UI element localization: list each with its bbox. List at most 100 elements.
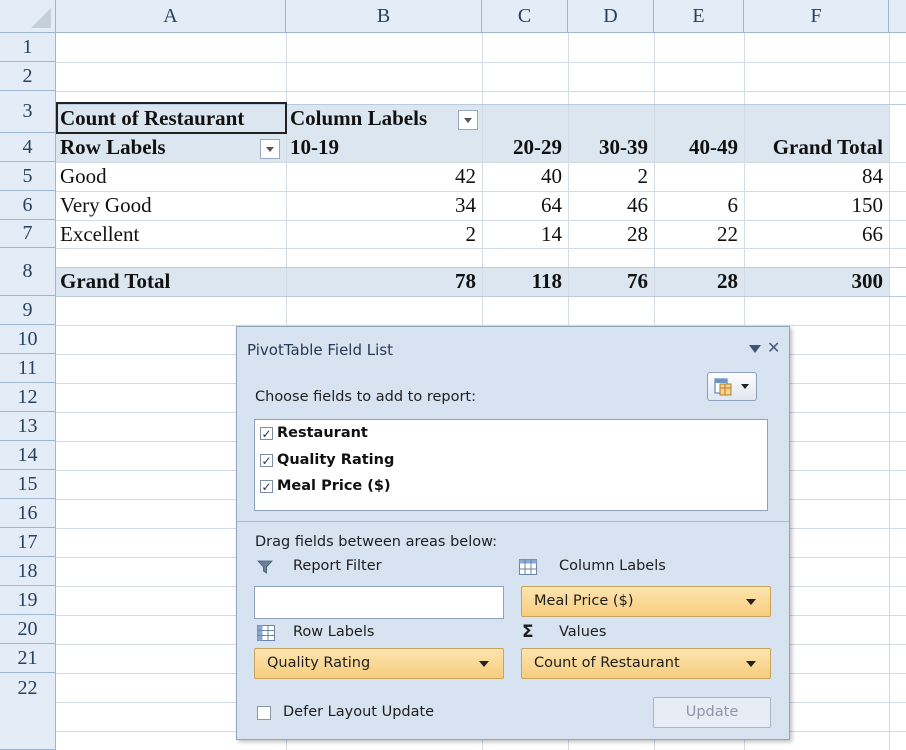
report-filter-label: Report Filter <box>293 558 382 574</box>
row-header-22[interactable]: 22 <box>0 673 56 750</box>
grand-total-label[interactable]: Grand Total <box>60 267 286 296</box>
row-header-7[interactable]: 7 <box>0 220 56 248</box>
column-header-e[interactable]: E <box>654 0 744 33</box>
table-cell[interactable]: 22 <box>654 220 744 249</box>
filter-icon <box>257 560 273 574</box>
row-field-label: Quality Rating <box>267 655 371 671</box>
checkbox-checked[interactable]: ✓ <box>260 479 273 493</box>
field-meal-price[interactable]: ✓ Meal Price ($) <box>260 476 391 496</box>
row-header-2[interactable]: 2 <box>0 62 56 91</box>
column-header-d[interactable]: D <box>568 0 654 33</box>
pane-title[interactable]: PivotTable Field List <box>247 341 393 359</box>
row-labels-filter-button[interactable] <box>260 139 280 159</box>
row-header-6[interactable]: 6 <box>0 191 56 220</box>
row-header-21[interactable]: 21 <box>0 644 56 673</box>
grand-total-cell[interactable]: 300 <box>744 267 889 296</box>
pivot-row-labels-header[interactable]: Row Labels <box>60 133 260 162</box>
grand-total-cell[interactable]: 28 <box>654 267 744 296</box>
dropdown-arrow-icon <box>741 384 749 389</box>
column-field-label: Meal Price ($) <box>534 593 634 609</box>
active-cell-outline <box>56 102 287 134</box>
table-cell[interactable]: 2 <box>568 162 654 191</box>
report-filter-dropzone[interactable] <box>254 586 504 619</box>
checkbox-checked[interactable]: ✓ <box>260 453 273 467</box>
field-quality-rating[interactable]: ✓ Quality Rating <box>260 450 394 470</box>
values-field-count-restaurant[interactable]: Count of Restaurant <box>521 648 771 679</box>
table-cell[interactable]: 6 <box>654 191 744 220</box>
row-header-12[interactable]: 12 <box>0 383 56 412</box>
pivottable-field-list-pane[interactable]: PivotTable Field List ✕ Choose fields to… <box>236 326 790 740</box>
table-cell[interactable]: 42 <box>286 162 482 191</box>
dropdown-arrow-icon[interactable] <box>746 661 756 667</box>
checkbox-checked[interactable]: ✓ <box>260 426 273 440</box>
sigma-icon: Σ <box>522 622 534 642</box>
row-header-8[interactable]: 8 <box>0 248 56 296</box>
row-header-19[interactable]: 19 <box>0 586 56 615</box>
table-cell[interactable]: 14 <box>482 220 568 249</box>
row-label-good[interactable]: Good <box>60 162 286 191</box>
drag-fields-label: Drag fields between areas below: <box>255 534 498 550</box>
update-button[interactable]: Update <box>653 697 771 728</box>
row-field-quality-rating[interactable]: Quality Rating <box>254 648 504 679</box>
col-header-grand-total: Grand Total <box>772 135 883 159</box>
row-labels-area-label: Row Labels <box>293 624 375 640</box>
pane-divider <box>237 521 789 522</box>
table-cell[interactable]: 46 <box>568 191 654 220</box>
table-cell[interactable]: 34 <box>286 191 482 220</box>
table-cell[interactable] <box>654 162 744 191</box>
table-cell[interactable]: 2 <box>286 220 482 249</box>
table-cell[interactable]: 66 <box>744 220 889 249</box>
pane-options-arrow-icon[interactable] <box>749 345 761 353</box>
row-header-15[interactable]: 15 <box>0 470 56 499</box>
column-labels-filter-button[interactable] <box>458 110 478 130</box>
table-cell[interactable]: 40 <box>482 162 568 191</box>
row-header-4[interactable]: 4 <box>0 133 56 162</box>
table-cell[interactable]: 84 <box>744 162 889 191</box>
row-header-11[interactable]: 11 <box>0 354 56 383</box>
select-all-corner[interactable] <box>0 0 56 33</box>
grand-total-cell[interactable]: 78 <box>286 267 482 296</box>
row-header-10[interactable]: 10 <box>0 325 56 354</box>
field-label: Meal Price ($) <box>277 478 391 494</box>
column-labels-icon <box>519 559 537 575</box>
column-labels-area-label: Column Labels <box>559 558 666 574</box>
col-header-40-49: 40-49 <box>689 135 738 159</box>
row-header-9[interactable]: 9 <box>0 296 56 325</box>
column-field-meal-price[interactable]: Meal Price ($) <box>521 586 771 617</box>
pivot-column-labels-header[interactable]: Column Labels <box>290 104 460 133</box>
choose-fields-label: Choose fields to add to report: <box>255 389 476 405</box>
field-list-box[interactable]: ✓ Restaurant ✓ Quality Rating ✓ Meal Pri… <box>254 419 768 511</box>
grand-total-cell[interactable]: 118 <box>482 267 568 296</box>
column-header-a[interactable]: A <box>56 0 286 33</box>
close-icon[interactable]: ✕ <box>767 338 780 357</box>
dropdown-arrow-icon[interactable] <box>479 661 489 667</box>
row-label-excellent[interactable]: Excellent <box>60 220 286 249</box>
row-header-20[interactable]: 20 <box>0 615 56 644</box>
row-header-14[interactable]: 14 <box>0 441 56 470</box>
column-header-c[interactable]: C <box>482 0 568 33</box>
row-header-1[interactable]: 1 <box>0 33 56 62</box>
table-cell[interactable]: 28 <box>568 220 654 249</box>
values-field-label: Count of Restaurant <box>534 655 680 671</box>
values-area-label: Values <box>559 624 607 640</box>
field-layout-button[interactable] <box>707 372 757 401</box>
column-header-f[interactable]: F <box>744 0 889 33</box>
field-label: Quality Rating <box>277 452 395 468</box>
row-header-3[interactable]: 3 <box>0 91 56 133</box>
row-label-very-good[interactable]: Very Good <box>60 191 286 220</box>
column-header-g[interactable] <box>889 0 906 33</box>
row-header-17[interactable]: 17 <box>0 528 56 557</box>
field-restaurant[interactable]: ✓ Restaurant <box>260 423 368 443</box>
grand-total-cell[interactable]: 76 <box>568 267 654 296</box>
defer-layout-checkbox[interactable] <box>257 706 271 720</box>
dropdown-arrow-icon <box>266 146 274 152</box>
col-header-30-39: 30-39 <box>599 135 648 159</box>
dropdown-arrow-icon[interactable] <box>746 599 756 605</box>
row-header-13[interactable]: 13 <box>0 412 56 441</box>
table-cell[interactable]: 64 <box>482 191 568 220</box>
table-cell[interactable]: 150 <box>744 191 889 220</box>
row-header-18[interactable]: 18 <box>0 557 56 586</box>
row-header-16[interactable]: 16 <box>0 499 56 528</box>
column-header-b[interactable]: B <box>286 0 482 33</box>
row-header-5[interactable]: 5 <box>0 162 56 191</box>
